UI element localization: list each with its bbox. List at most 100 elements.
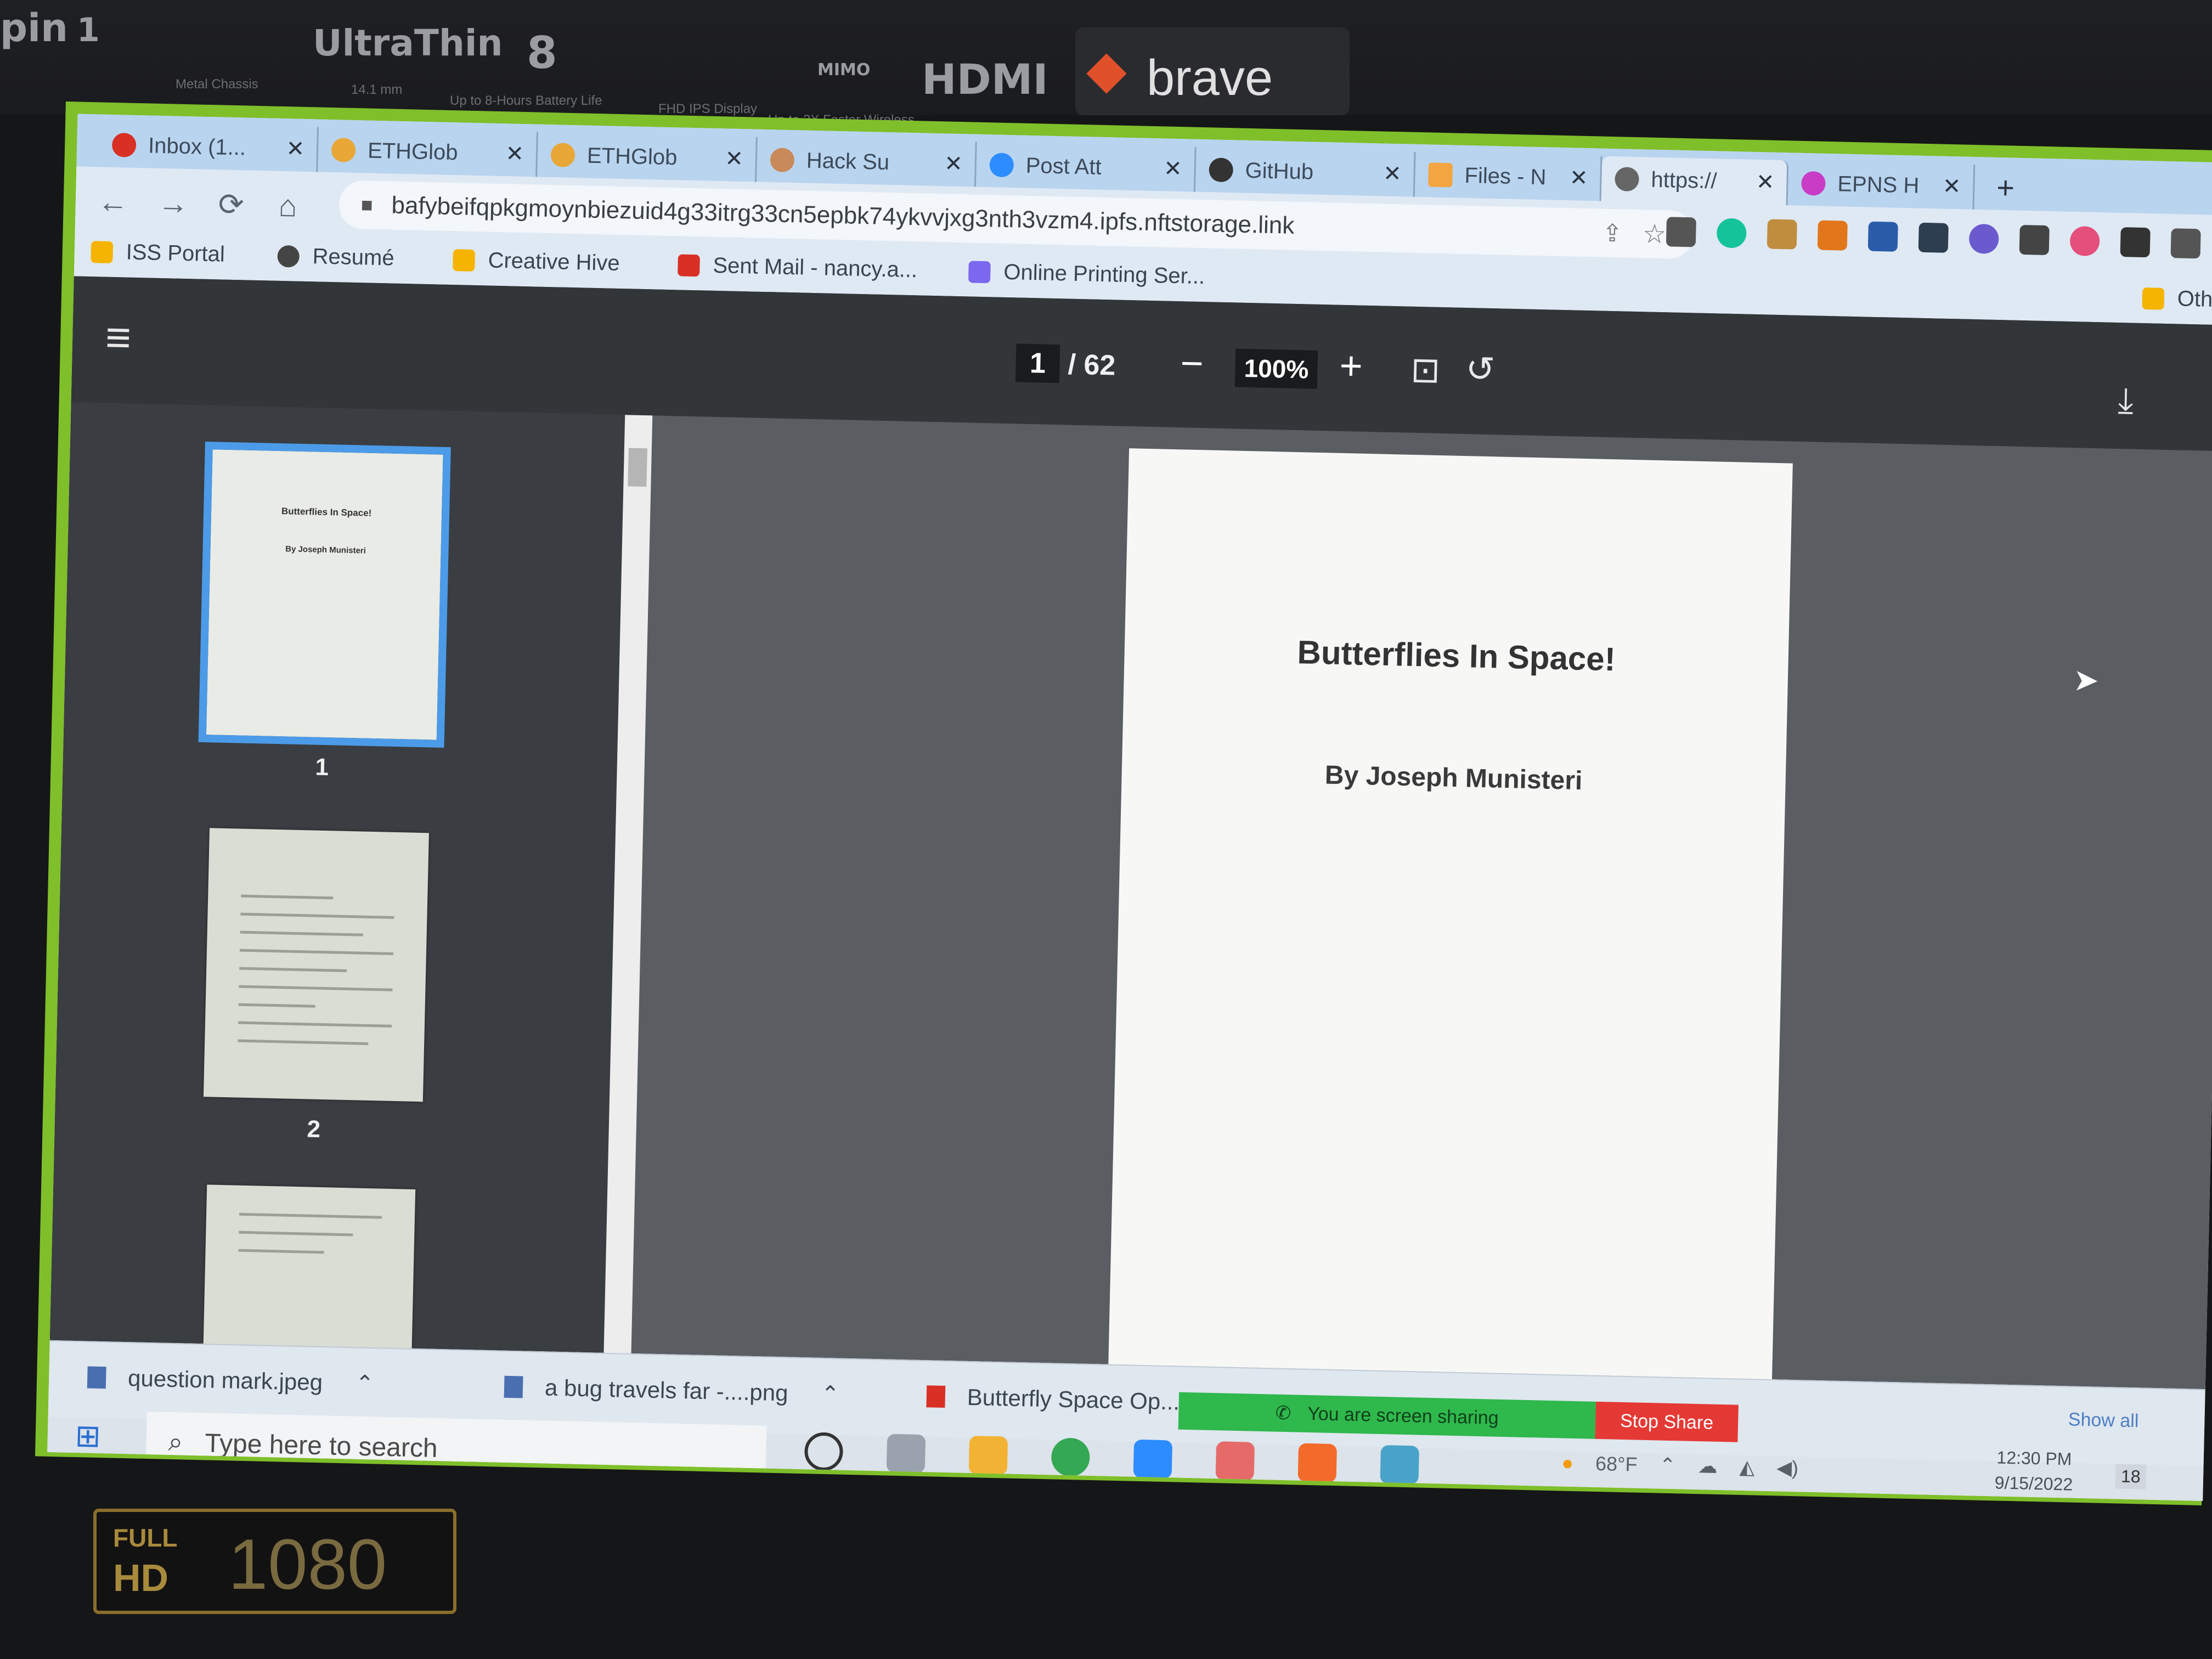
file-icon [87, 1366, 106, 1389]
cortana-icon[interactable] [804, 1432, 844, 1471]
laptop-screen: Inbox (1... ✕ ETHGlob ✕ ETHGlob ✕ Hack S… [35, 101, 2212, 1505]
forward-button[interactable]: → [157, 185, 189, 221]
network-icon[interactable]: ◭ [1739, 1455, 1755, 1479]
puzzle-icon[interactable] [2120, 227, 2151, 258]
download-item[interactable]: a bug travels far -....png ⌃ [504, 1374, 840, 1408]
ethglobal-icon [331, 138, 356, 162]
bookmark-online-printing[interactable]: Online Printing Ser... [968, 259, 1205, 289]
document-author: By Joseph Munisteri [1324, 760, 1583, 796]
close-icon[interactable]: ✕ [725, 146, 744, 172]
scrollbar-thumb[interactable] [628, 448, 647, 487]
share-icon[interactable]: ⇪ [1602, 219, 1623, 247]
volume-icon[interactable]: ◀) [1776, 1456, 1799, 1480]
stop-share-button[interactable]: Stop Share [1595, 1401, 1739, 1442]
bookmark-label: Sent Mail - nancy.a... [713, 253, 918, 283]
download-icon[interactable]: ⤓ [2118, 380, 2134, 421]
close-icon[interactable]: ✕ [1164, 156, 1183, 182]
extension-icon[interactable] [1767, 219, 1797, 250]
sticker-battery: Up to 8-Hours Battery Life [450, 93, 602, 108]
close-icon[interactable]: ✕ [1383, 161, 1402, 187]
notifications-badge[interactable]: 18 [2115, 1464, 2147, 1489]
folder-icon [91, 240, 114, 263]
extension-icon[interactable] [1666, 217, 1696, 247]
back-button[interactable]: ← [97, 183, 128, 219]
show-all-downloads-link[interactable]: Show all [2068, 1409, 2138, 1432]
thumbnail-page-3[interactable] [203, 1184, 416, 1348]
tab-epns[interactable]: EPNS H ✕ [1787, 160, 1976, 210]
close-icon[interactable]: ✕ [505, 141, 524, 167]
task-view-icon[interactable] [886, 1434, 926, 1474]
grammarly-icon[interactable] [1716, 218, 1747, 249]
page-number-input[interactable]: 1 [1015, 343, 1060, 383]
metamask-icon[interactable] [1817, 220, 1848, 251]
close-icon[interactable]: ✕ [1756, 170, 1775, 195]
qr-icon[interactable] [2019, 224, 2050, 256]
home-button[interactable]: ⌂ [278, 188, 297, 224]
chevron-up-icon[interactable]: ⌃ [821, 1381, 840, 1407]
extension-icon[interactable] [1918, 222, 1949, 253]
weather-temp: 68°F [1595, 1452, 1638, 1476]
full-hd-sticker: FULL HD 1080 [93, 1509, 456, 1614]
ethglobal-icon [550, 143, 575, 168]
phone-icon: ✆ [1275, 1402, 1291, 1424]
zoom-level-input[interactable]: 100% [1234, 348, 1318, 389]
windows-start-icon[interactable]: ⊞ [75, 1418, 101, 1454]
app-icon[interactable] [1215, 1441, 1255, 1481]
tab-ethglobal-2[interactable]: ETHGlob ✕ [537, 132, 758, 182]
menu-icon[interactable]: ≡ [105, 312, 132, 363]
clock-time: 12:30 PM [1996, 1447, 2072, 1469]
tab-post[interactable]: Post Att ✕ [975, 142, 1197, 192]
file-explorer-icon[interactable] [968, 1435, 1008, 1475]
new-tab-button[interactable]: + [1996, 170, 2015, 206]
folder-icon [2142, 287, 2165, 310]
tab-label: Post Att [1025, 153, 1102, 179]
star-icon[interactable]: ☆ [1643, 218, 1667, 250]
sticker-partial: pin [0, 5, 68, 50]
tab-github[interactable]: GitHub ✕ [1195, 146, 1416, 197]
chevron-up-icon[interactable]: ⌃ [355, 1371, 375, 1397]
bookmark-iss-portal[interactable]: ISS Portal [91, 239, 225, 267]
close-icon[interactable]: ✕ [1942, 174, 1961, 200]
close-icon[interactable]: ✕ [286, 136, 305, 162]
sticker-ultrathin: UltraThin [313, 22, 503, 64]
onedrive-icon[interactable]: ☁ [1697, 1454, 1718, 1478]
rotate-icon[interactable]: ↺ [1465, 348, 1496, 390]
sticker-display: FHD IPS Display [658, 101, 758, 116]
thumbnail-page-2[interactable] [203, 828, 429, 1102]
brave-browser-icon[interactable] [1297, 1443, 1338, 1483]
bookmark-resume[interactable]: Resumé [277, 244, 394, 271]
download-item[interactable]: Butterfly Space Op... [926, 1383, 1180, 1415]
app-icon[interactable] [1380, 1445, 1420, 1485]
reload-button[interactable]: ⟳ [218, 186, 244, 223]
bookmark-label: Resumé [312, 244, 395, 270]
close-icon[interactable]: ✕ [944, 151, 963, 177]
hd-resolution: 1080 [228, 1524, 387, 1604]
chrome-icon[interactable] [1051, 1437, 1091, 1477]
tab-hack[interactable]: Hack Su ✕ [756, 137, 977, 187]
tab-label: EPNS H [1837, 171, 1920, 198]
chevron-up-icon[interactable]: ⌃ [1659, 1454, 1676, 1477]
thumbnail-title: Butterflies In Space! [281, 506, 372, 518]
extension-icon[interactable] [1968, 223, 1999, 254]
thumbnail-page-1[interactable]: Butterflies In Space! By Joseph Munister… [198, 441, 451, 748]
thumbnail-label-1: 1 [315, 753, 329, 781]
bookmark-sent-mail[interactable]: Sent Mail - nancy.a... [678, 252, 918, 283]
zoom-out-button[interactable]: − [1180, 341, 1204, 386]
tab-inbox[interactable]: Inbox (1... ✕ [98, 122, 319, 172]
sidebar-icon[interactable] [2170, 228, 2201, 259]
extension-icon[interactable] [1867, 221, 1898, 252]
bookmark-other[interactable]: Othe [2142, 286, 2212, 312]
zoom-in-button[interactable]: + [1339, 343, 1363, 389]
download-item[interactable]: question mark.jpeg ⌃ [87, 1364, 374, 1397]
screen-share-message: You are screen sharing [1307, 1403, 1499, 1429]
tab-ethglobal-1[interactable]: ETHGlob ✕ [318, 127, 538, 177]
close-icon[interactable]: ✕ [1570, 165, 1589, 191]
taskbar-clock[interactable]: 12:30 PM 9/15/2022 [1994, 1444, 2073, 1497]
tab-files[interactable]: Files - N ✕ [1414, 151, 1602, 201]
fit-page-icon[interactable]: ⊡ [1410, 349, 1441, 391]
zoom-app-icon[interactable] [1133, 1439, 1173, 1479]
github-icon [1209, 157, 1234, 183]
bookmark-creative-hive[interactable]: Creative Hive [453, 247, 620, 276]
tab-ipfs-active[interactable]: https:// ✕ [1601, 156, 1789, 206]
extension-icon[interactable] [2069, 225, 2100, 257]
